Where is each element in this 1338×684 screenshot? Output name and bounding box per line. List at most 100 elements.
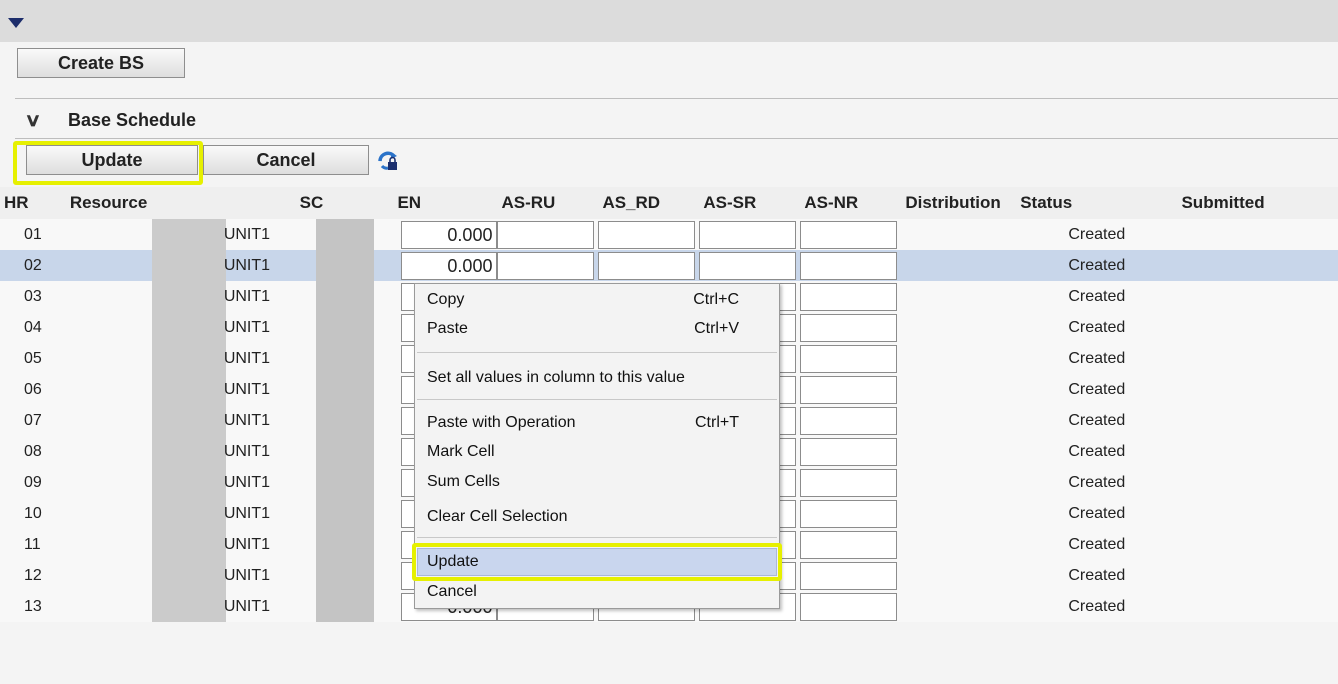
as-sr-input[interactable] (699, 252, 797, 280)
as-nr-cell[interactable] (800, 436, 901, 467)
as-nr-input[interactable] (800, 531, 898, 559)
as-nr-cell[interactable] (800, 529, 901, 560)
resource-cell: UNIT1 (66, 374, 296, 405)
resource-text: UNIT1 (223, 380, 271, 398)
as-ru-input[interactable] (497, 221, 595, 249)
col-en[interactable]: EN (393, 187, 498, 219)
as-nr-cell[interactable] (800, 467, 901, 498)
as-ru-cell[interactable] (497, 219, 598, 250)
en-cell[interactable]: 0.000 (393, 250, 498, 281)
as-nr-cell[interactable] (800, 312, 901, 343)
distribution-cell (901, 467, 1016, 498)
as-nr-cell[interactable] (800, 374, 901, 405)
section-header[interactable]: ∨ Base Schedule (18, 104, 1338, 136)
redacted-block (315, 498, 374, 529)
status-cell: Created (1068, 442, 1126, 460)
resource-text: UNIT1 (223, 225, 271, 243)
hr-cell: 02 (24, 256, 42, 274)
as-nr-input[interactable] (800, 469, 898, 497)
col-as-rd[interactable]: AS_RD (598, 187, 700, 219)
as-nr-input[interactable] (800, 314, 898, 342)
col-resource[interactable]: Resource (65, 187, 296, 219)
redacted-block (315, 591, 374, 622)
as-nr-input[interactable] (800, 407, 898, 435)
as-nr-cell[interactable] (800, 405, 901, 436)
as-nr-input[interactable] (800, 252, 898, 280)
hr-cell: 04 (24, 318, 42, 336)
as-nr-input[interactable] (800, 438, 898, 466)
as-nr-input[interactable] (800, 345, 898, 373)
resource-cell: UNIT1 (66, 250, 296, 281)
menu-item-cancel[interactable]: Cancel (427, 580, 769, 604)
menu-item-copy[interactable]: Copy Ctrl+C (427, 288, 769, 312)
hr-cell: 10 (24, 504, 42, 522)
submitted-cell (1177, 560, 1338, 591)
collapse-triangle-icon[interactable] (8, 18, 24, 28)
hr-cell: 01 (24, 225, 42, 243)
refresh-lock-icon[interactable] (376, 149, 400, 173)
as-rd-input[interactable] (598, 252, 696, 280)
col-as-ru[interactable]: AS-RU (497, 187, 599, 219)
resource-text: UNIT1 (223, 504, 271, 522)
menu-item-sum-cells[interactable]: Sum Cells (427, 470, 769, 494)
col-hr[interactable]: HR (0, 187, 66, 219)
as-rd-cell[interactable] (598, 219, 699, 250)
col-sc[interactable]: SC (295, 187, 394, 219)
sc-cell (296, 436, 394, 467)
as-ru-cell[interactable] (497, 250, 598, 281)
submitted-cell (1177, 312, 1338, 343)
menu-item-mark-cell[interactable]: Mark Cell (427, 440, 769, 464)
as-nr-input[interactable] (800, 283, 898, 311)
as-sr-cell[interactable] (699, 219, 800, 250)
col-distribution[interactable]: Distribution (901, 187, 1017, 219)
as-nr-cell[interactable] (800, 498, 901, 529)
resource-text: UNIT1 (223, 473, 271, 491)
sc-cell (296, 312, 394, 343)
as-nr-cell[interactable] (800, 343, 901, 374)
en-input[interactable]: 0.000 (401, 252, 498, 280)
menu-item-paste[interactable]: Paste Ctrl+V (427, 317, 769, 341)
as-nr-cell[interactable] (800, 219, 901, 250)
redacted-block (315, 374, 374, 405)
resource-cell: UNIT1 (66, 560, 296, 591)
as-nr-input[interactable] (800, 593, 898, 621)
table-row[interactable]: 02 UNIT1 0.000 Created (0, 250, 1338, 281)
resource-cell: UNIT1 (66, 405, 296, 436)
as-sr-input[interactable] (699, 221, 797, 249)
col-as-nr[interactable]: AS-NR (800, 187, 902, 219)
table-row[interactable]: 01 UNIT1 0.000 Created (0, 219, 1338, 250)
as-nr-cell[interactable] (800, 591, 901, 622)
sc-cell (296, 529, 394, 560)
as-rd-input[interactable] (598, 221, 696, 249)
cancel-button[interactable]: Cancel (203, 145, 369, 175)
as-nr-input[interactable] (800, 376, 898, 404)
menu-item-set-all[interactable]: Set all values in column to this value (427, 366, 769, 390)
en-input[interactable]: 0.000 (401, 221, 498, 249)
chevron-down-icon[interactable]: ∨ (14, 110, 53, 131)
col-submitted[interactable]: Submitted (1177, 187, 1338, 219)
resource-text: UNIT1 (223, 566, 271, 584)
submitted-cell (1177, 405, 1338, 436)
hr-cell: 13 (24, 597, 42, 615)
as-nr-cell[interactable] (800, 250, 901, 281)
create-bs-button[interactable]: Create BS (17, 48, 185, 78)
status-cell: Created (1068, 597, 1126, 615)
as-sr-cell[interactable] (699, 250, 800, 281)
menu-item-paste-with-operation[interactable]: Paste with Operation Ctrl+T (427, 411, 769, 435)
as-ru-input[interactable] (497, 252, 595, 280)
submitted-cell (1177, 467, 1338, 498)
as-rd-cell[interactable] (598, 250, 699, 281)
sc-cell (296, 467, 394, 498)
as-nr-cell[interactable] (800, 281, 901, 312)
as-nr-input[interactable] (800, 221, 898, 249)
menu-item-clear-cell-selection[interactable]: Clear Cell Selection (427, 505, 769, 529)
resource-text: UNIT1 (223, 597, 271, 615)
col-status[interactable]: Status (1016, 187, 1178, 219)
as-nr-input[interactable] (800, 500, 898, 528)
col-as-sr[interactable]: AS-SR (699, 187, 801, 219)
sc-cell (296, 374, 394, 405)
redacted-block (315, 529, 374, 560)
as-nr-cell[interactable] (800, 560, 901, 591)
en-cell[interactable]: 0.000 (393, 219, 498, 250)
as-nr-input[interactable] (800, 562, 898, 590)
